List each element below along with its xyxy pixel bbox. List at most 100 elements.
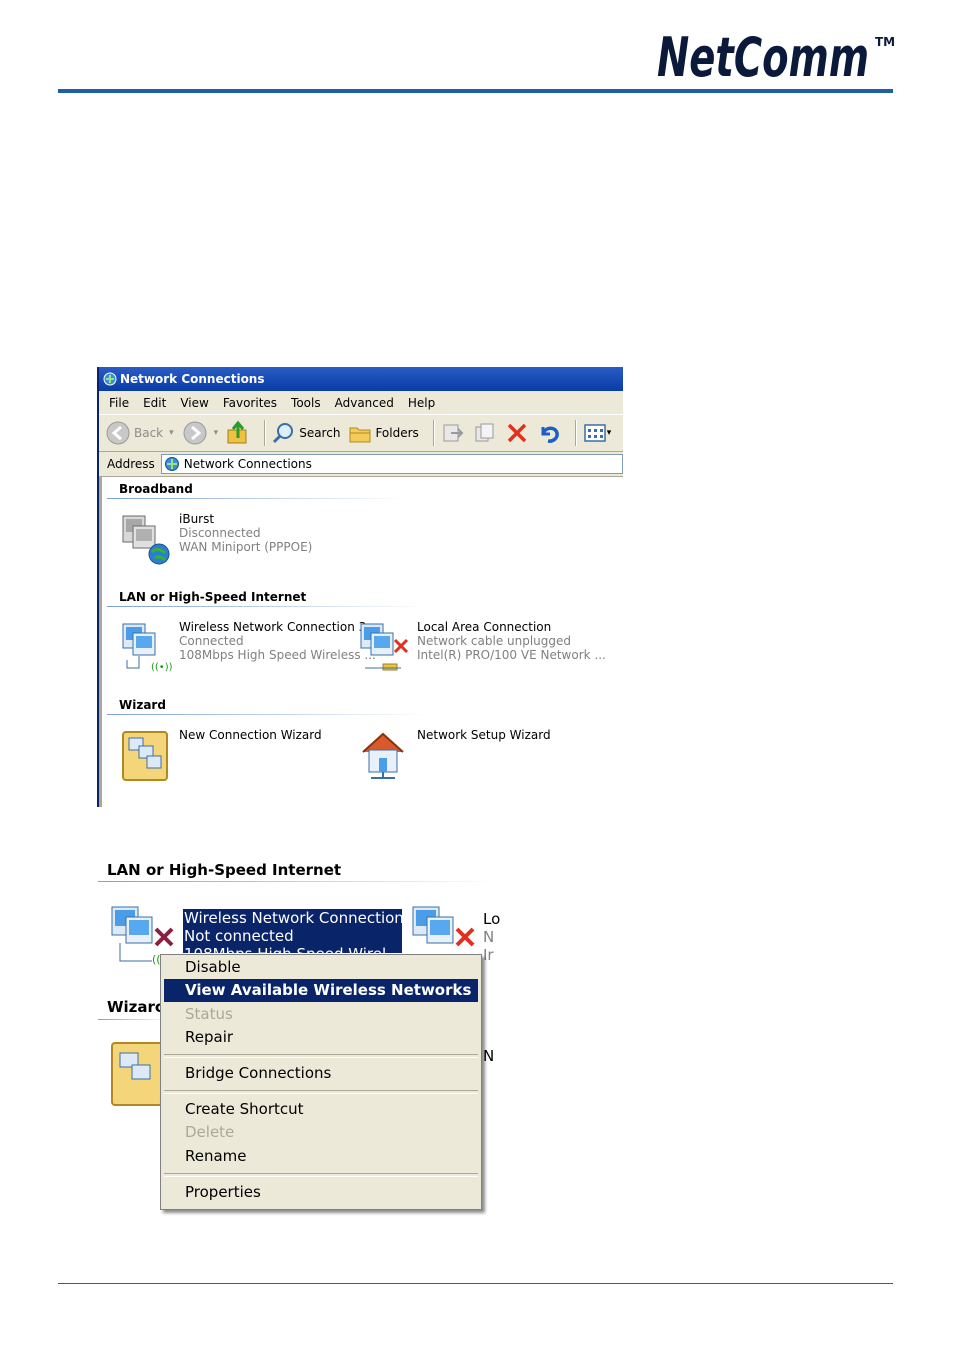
network-setup-wizard-icon [362, 732, 404, 779]
back-button[interactable]: Back ▾ [105, 420, 174, 446]
lan-status-cut: N [483, 928, 495, 946]
footer-rule [58, 1283, 893, 1284]
window-title: Network Connections [120, 372, 265, 386]
connection-iburst[interactable]: iBurst Disconnected WAN Miniport (PPPOE) [119, 512, 312, 568]
folders-button[interactable]: Folders [348, 422, 419, 444]
zoom-group-heading: LAN or High-Speed Internet [107, 861, 342, 879]
wireless-connection-icon: ((•)) [122, 623, 173, 673]
group-divider [107, 498, 407, 499]
wireless-name: Wireless Network Connection 3 [179, 620, 367, 634]
menu-repair[interactable]: Repair [164, 1026, 478, 1049]
broadband-connection-icon [122, 515, 170, 565]
new-connection-wizard-icon [122, 731, 168, 781]
lan-device: Intel(R) PRO/100 VE Network ... [417, 648, 606, 662]
group-divider [107, 714, 427, 715]
selected-connection-device: 108Mbps High Speed Wirel [183, 945, 402, 953]
selected-connection-status: Not connected [184, 927, 294, 945]
title-bar: Network Connections [99, 367, 623, 391]
address-bar: Address Network Connections [99, 452, 623, 477]
toolbar: Back ▾ ▾ Search Folders ▾ [99, 414, 623, 452]
header-rule [58, 89, 893, 93]
new-wizard-name: New Connection Wizard [179, 728, 322, 742]
lan-status: Network cable unplugged [417, 634, 572, 648]
search-icon [273, 423, 294, 444]
lan-name: Local Area Connection [417, 620, 552, 634]
address-label: Address [107, 457, 155, 471]
toolbar-separator [574, 420, 577, 446]
iburst-status: Disconnected [179, 526, 261, 540]
delete-x-icon [507, 423, 527, 443]
svg-text:NetComm: NetComm [657, 26, 869, 84]
copy-to-icon [475, 423, 494, 442]
group-broadband-heading: Broadband [119, 482, 193, 496]
undo-button[interactable] [537, 421, 561, 445]
forward-arrow-icon [183, 421, 207, 445]
menu-separator [164, 1090, 478, 1094]
wireless-status: Connected [179, 634, 244, 648]
connection-wireless[interactable]: ((•)) Wireless Network Connection 3 Conn… [119, 620, 376, 676]
iburst-device: WAN Miniport (PPPOE) [179, 540, 313, 554]
menu-properties[interactable]: Properties [164, 1181, 478, 1204]
back-arrow-icon [106, 421, 130, 445]
svg-text:((•)): ((•)) [151, 662, 173, 673]
menu-advanced[interactable]: Advanced [335, 396, 394, 410]
address-field[interactable]: Network Connections [160, 454, 623, 474]
lan-device-cut: Ir [483, 946, 494, 964]
lan-connection-icon [360, 623, 409, 671]
selected-connection-label[interactable]: Wireless Network Connection 3 Not connec… [183, 909, 402, 953]
group-divider [98, 1019, 168, 1020]
zoom-wizard-heading: Wizarc [107, 998, 164, 1016]
context-menu: Disable View Available Wireless Networks… [160, 954, 482, 1210]
toolbar-separator [432, 420, 435, 446]
new-connection-wizard-icon [111, 1042, 163, 1106]
views-button[interactable]: ▾ [583, 422, 612, 444]
copy-to-button[interactable] [473, 421, 497, 445]
up-button[interactable] [226, 420, 250, 446]
iburst-name: iBurst [179, 512, 215, 526]
folders-icon [349, 427, 371, 443]
group-divider [98, 881, 496, 882]
forward-button[interactable]: ▾ [182, 420, 219, 446]
folders-label: Folders [375, 426, 419, 440]
menu-tools[interactable]: Tools [291, 396, 321, 410]
svg-text:TM: TM [875, 35, 895, 49]
menu-bridge-connections[interactable]: Bridge Connections [164, 1062, 478, 1085]
menu-separator [164, 1054, 478, 1058]
views-icon [584, 424, 606, 442]
search-button[interactable]: Search [272, 421, 340, 445]
move-to-button[interactable] [441, 421, 465, 445]
forward-dropdown-icon[interactable]: ▾ [214, 428, 219, 438]
views-dropdown-icon[interactable]: ▾ [607, 428, 612, 438]
netcomm-logo: NetComm TM [657, 26, 895, 84]
menu-help[interactable]: Help [408, 396, 435, 410]
setup-wizard-cut: N [483, 1047, 495, 1065]
search-label: Search [299, 426, 341, 440]
address-value: Network Connections [183, 457, 312, 471]
group-wizard-heading: Wizard [119, 698, 166, 712]
undo-icon [541, 426, 559, 443]
menu-file[interactable]: File [109, 396, 129, 410]
menu-status[interactable]: Status [164, 1003, 478, 1026]
network-setup-wizard[interactable]: Network Setup Wizard [357, 728, 551, 784]
menu-edit[interactable]: Edit [143, 396, 166, 410]
connections-pane: Broadband iBurst Disconnected WAN Minipo… [99, 477, 623, 807]
selected-connection-name: Wireless Network Connection 3 [184, 909, 402, 927]
menu-favorites[interactable]: Favorites [223, 396, 277, 410]
back-dropdown-icon[interactable]: ▾ [169, 428, 174, 438]
toolbar-separator [264, 420, 267, 446]
menu-view-available-wireless-networks[interactable]: View Available Wireless Networks [164, 979, 478, 1002]
new-connection-wizard[interactable]: New Connection Wizard [119, 728, 322, 784]
menu-view[interactable]: View [180, 396, 208, 410]
network-connections-icon [164, 457, 179, 471]
menu-rename[interactable]: Rename [164, 1145, 478, 1168]
group-divider [107, 606, 427, 607]
group-lan-heading: LAN or High-Speed Internet [119, 590, 307, 604]
menu-bar: File Edit View Favorites Tools Advanced … [99, 391, 623, 414]
menu-disable[interactable]: Disable [164, 956, 478, 979]
connection-local-area[interactable]: Local Area Connection Network cable unpl… [357, 620, 606, 676]
network-connections-icon [103, 372, 117, 386]
menu-create-shortcut[interactable]: Create Shortcut [164, 1098, 478, 1121]
menu-delete[interactable]: Delete [164, 1121, 478, 1144]
setup-wizard-name: Network Setup Wizard [417, 728, 551, 742]
delete-button[interactable] [505, 421, 529, 445]
